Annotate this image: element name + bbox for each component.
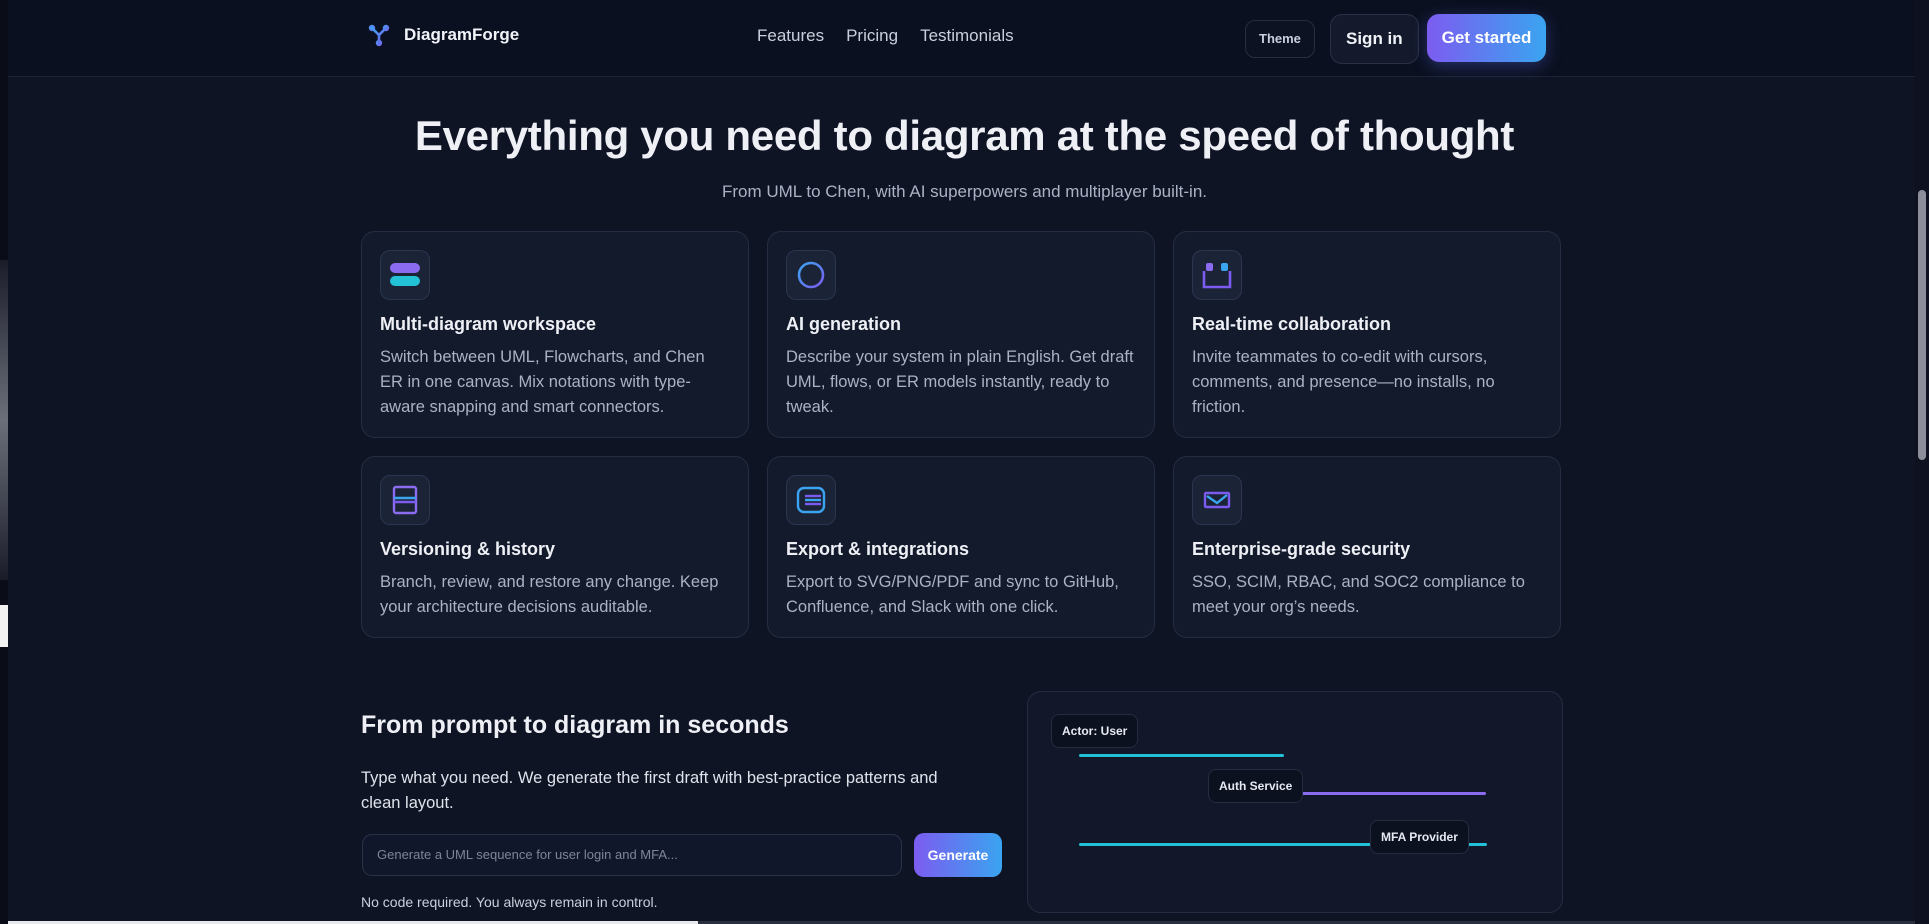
nav-testimonials[interactable]: Testimonials bbox=[920, 26, 1014, 46]
scrollbar-thumb[interactable] bbox=[1918, 190, 1926, 460]
prompt-note: No code required. You always remain in c… bbox=[361, 894, 658, 910]
background-window-tag bbox=[0, 605, 8, 647]
feature-desc: Branch, review, and restore any change. … bbox=[380, 573, 719, 616]
feature-card: Enterprise-grade security SSO, SCIM, RBA… bbox=[1173, 456, 1561, 638]
feature-desc: Switch between UML, Flowcharts, and Chen… bbox=[380, 348, 705, 416]
theme-button[interactable]: Theme bbox=[1245, 20, 1315, 58]
generate-button[interactable]: Generate bbox=[914, 833, 1002, 877]
prompt-section-title: From prompt to diagram in seconds bbox=[361, 711, 789, 739]
feature-desc: SSO, SCIM, RBAC, and SOC2 compliance to … bbox=[1192, 573, 1525, 616]
feature-title: AI generation bbox=[786, 314, 902, 334]
feature-desc: Describe your system in plain English. G… bbox=[786, 348, 1134, 416]
prompt-input[interactable]: Generate a UML sequence for user login a… bbox=[362, 834, 902, 876]
panels-icon bbox=[380, 475, 430, 525]
feature-grid: Multi-diagram workspace Switch between U… bbox=[361, 231, 1563, 638]
feature-desc: Invite teammates to co-edit with cursors… bbox=[1192, 348, 1495, 416]
feature-card: Export & integrations Export to SVG/PNG/… bbox=[767, 456, 1155, 638]
diagram-node-actor: Actor: User bbox=[1051, 714, 1139, 748]
logo-icon bbox=[368, 24, 390, 47]
prompt-section-desc: Type what you need. We generate the firs… bbox=[361, 769, 938, 812]
feature-card: AI generation Describe your system in pl… bbox=[767, 231, 1155, 438]
page-scrollbar[interactable] bbox=[1915, 0, 1929, 924]
feature-desc: Export to SVG/PNG/PDF and sync to GitHub… bbox=[786, 573, 1119, 616]
diagram-preview: Actor: User Auth Service MFA Provider bbox=[1027, 691, 1563, 913]
feature-title: Multi-diagram workspace bbox=[380, 314, 597, 334]
brand-name: DiagramForge bbox=[404, 25, 520, 44]
feature-title: Enterprise-grade security bbox=[1192, 539, 1411, 559]
get-started-button[interactable]: Get started bbox=[1427, 14, 1546, 62]
main-nav: Features Pricing Testimonials bbox=[757, 26, 1014, 46]
brand[interactable]: DiagramForge bbox=[366, 22, 519, 48]
sign-in-button[interactable]: Sign in bbox=[1330, 14, 1419, 64]
feature-card: Multi-diagram workspace Switch between U… bbox=[361, 231, 749, 438]
sequence-line bbox=[1283, 792, 1486, 795]
feature-title: Real-time collaboration bbox=[1192, 314, 1392, 334]
stack-icon bbox=[380, 250, 430, 300]
sequence-line bbox=[1079, 754, 1284, 757]
background-window-fragment bbox=[0, 260, 8, 580]
feature-title: Versioning & history bbox=[380, 539, 556, 559]
nav-pricing[interactable]: Pricing bbox=[846, 26, 898, 46]
nav-features[interactable]: Features bbox=[757, 26, 824, 46]
diagram-node-auth-service: Auth Service bbox=[1208, 769, 1304, 803]
diagram-node-mfa-provider: MFA Provider bbox=[1370, 820, 1469, 854]
users-icon bbox=[1192, 250, 1242, 300]
feature-title: Export & integrations bbox=[786, 539, 970, 559]
export-icon bbox=[786, 475, 836, 525]
circle-icon bbox=[786, 250, 836, 300]
top-navbar: DiagramForge Features Pricing Testimonia… bbox=[8, 0, 1915, 77]
hero-title: Everything you need to diagram at the sp… bbox=[414, 112, 1515, 159]
hero-subtitle: From UML to Chen, with AI superpowers an… bbox=[721, 182, 1207, 201]
feature-card: Versioning & history Branch, review, and… bbox=[361, 456, 749, 638]
feature-card: Real-time collaboration Invite teammates… bbox=[1173, 231, 1561, 438]
mail-shield-icon bbox=[1192, 475, 1242, 525]
